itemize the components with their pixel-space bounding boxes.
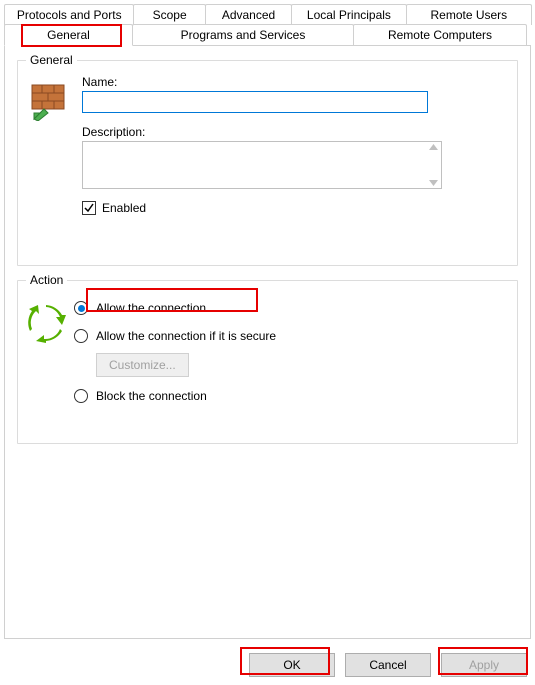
group-action: Action Allow the connection (17, 280, 518, 444)
group-action-title: Action (26, 273, 67, 287)
description-textarea[interactable] (83, 142, 426, 188)
radio-allow-secure[interactable]: Allow the connection if it is secure (74, 325, 505, 347)
radio-allow-secure-label: Allow the connection if it is secure (96, 329, 276, 343)
tab-local-principals[interactable]: Local Principals (291, 4, 406, 25)
tab-remote-computers[interactable]: Remote Computers (353, 24, 527, 46)
description-label: Description: (82, 125, 505, 139)
radio-allow-secure-indicator (74, 329, 88, 343)
ok-button[interactable]: OK (249, 653, 335, 677)
name-label: Name: (82, 75, 505, 89)
radio-allow-connection[interactable]: Allow the connection (74, 297, 505, 319)
radio-block-indicator (74, 389, 88, 403)
group-general: General N (17, 60, 518, 266)
enabled-checkbox[interactable] (82, 201, 96, 215)
group-general-title: General (26, 53, 77, 67)
tab-general[interactable]: General (4, 24, 133, 46)
tab-programs-and-services[interactable]: Programs and Services (132, 24, 354, 46)
scroll-down-icon (429, 180, 438, 186)
apply-button: Apply (441, 653, 527, 677)
tab-advanced[interactable]: Advanced (205, 4, 292, 25)
tab-scope[interactable]: Scope (133, 4, 205, 25)
scroll-up-icon (429, 144, 438, 150)
check-icon (84, 203, 94, 213)
cancel-button[interactable]: Cancel (345, 653, 431, 677)
name-input[interactable] (82, 91, 428, 113)
radio-allow-label: Allow the connection (96, 301, 206, 315)
tab-remote-users[interactable]: Remote Users (406, 4, 532, 25)
tab-protocols-and-ports[interactable]: Protocols and Ports (4, 4, 134, 25)
customize-button: Customize... (96, 353, 189, 377)
radio-block-label: Block the connection (96, 389, 207, 403)
firewall-icon (30, 81, 70, 121)
enabled-checkbox-row[interactable]: Enabled (82, 201, 505, 215)
enabled-label: Enabled (102, 201, 146, 215)
description-textarea-wrap (82, 141, 442, 189)
radio-block-connection[interactable]: Block the connection (74, 385, 505, 407)
radio-allow-indicator (74, 301, 88, 315)
tab-strip: Protocols and Ports Scope Advanced Local… (0, 0, 535, 639)
firewall-rule-properties-dialog: Protocols and Ports Scope Advanced Local… (0, 0, 535, 685)
tab-panel: General N (4, 45, 531, 639)
recycle-arrows-icon (26, 303, 66, 343)
scrollbar[interactable] (426, 142, 441, 188)
dialog-footer: OK Cancel Apply (249, 653, 527, 677)
